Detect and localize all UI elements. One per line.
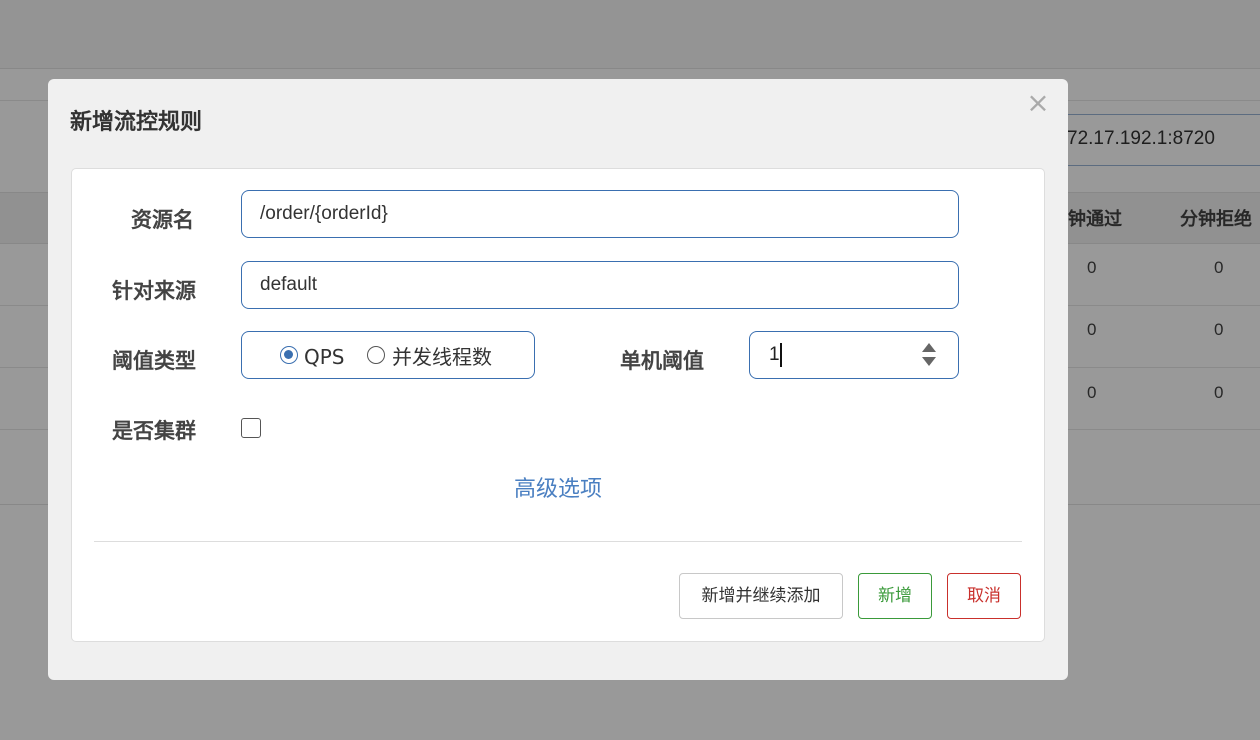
add-button[interactable]: 新增 (858, 573, 932, 619)
thread-count-radio-label[interactable]: 并发线程数 (392, 346, 492, 368)
dialog-body: 资源名 针对来源 阈值类型 QPS 并发线程数 单机阈值 1 是否集群 高级选项… (71, 168, 1045, 642)
close-icon[interactable]: × (1024, 89, 1052, 117)
cluster-checkbox[interactable] (241, 418, 261, 438)
footer-divider (94, 541, 1022, 542)
threshold-value: 1 (769, 344, 780, 365)
resource-label: 资源名 (131, 208, 194, 232)
qps-radio-label[interactable]: QPS (304, 346, 345, 368)
threshold-input[interactable]: 1 (749, 331, 959, 379)
thread-count-radio[interactable] (367, 346, 385, 364)
dialog-title: 新增流控规则 (70, 110, 203, 135)
add-flow-rule-dialog: 新增流控规则 × 资源名 针对来源 阈值类型 QPS 并发线程数 单机阈值 1 … (48, 79, 1068, 680)
cluster-label: 是否集群 (112, 419, 196, 443)
spin-down-icon[interactable] (922, 357, 936, 366)
resource-input[interactable] (241, 190, 959, 238)
cancel-button[interactable]: 取消 (947, 573, 1021, 619)
threshold-type-group: QPS 并发线程数 (241, 331, 535, 379)
qps-radio[interactable] (280, 346, 298, 364)
origin-label: 针对来源 (112, 279, 196, 303)
advanced-options-link[interactable]: 高级选项 (72, 471, 1044, 503)
threshold-type-label: 阈值类型 (112, 349, 196, 373)
spin-up-icon[interactable] (922, 343, 936, 352)
origin-input[interactable] (241, 261, 959, 309)
threshold-label: 单机阈值 (620, 349, 704, 373)
text-caret (780, 343, 782, 367)
add-and-continue-button[interactable]: 新增并继续添加 (679, 573, 843, 619)
